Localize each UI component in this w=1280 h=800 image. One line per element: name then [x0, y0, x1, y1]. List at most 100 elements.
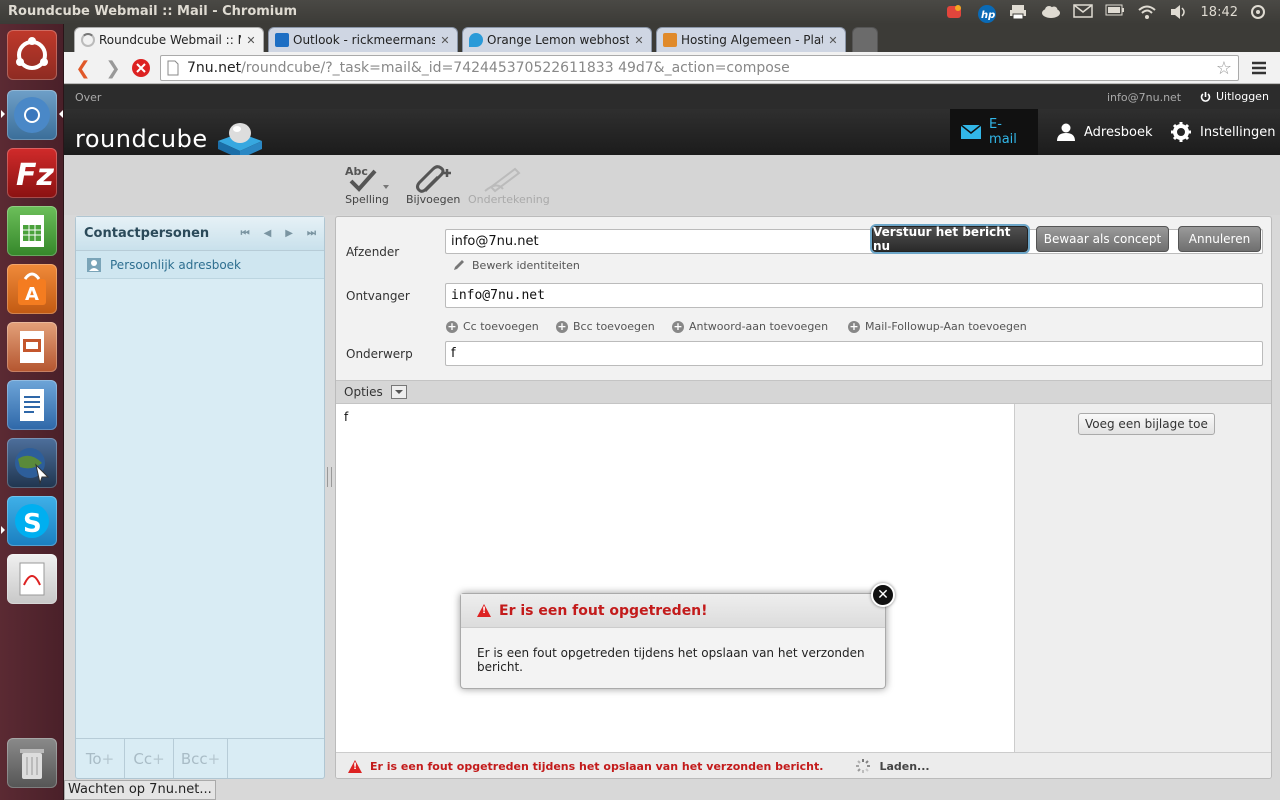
spell-button[interactable]: Abc Spelling	[342, 165, 392, 206]
browser-tab-strip: Roundcube Webmail :: Ma ✕ Outlook - rick…	[64, 24, 1280, 52]
last-page-icon[interactable]: ⏭	[307, 228, 316, 239]
subject-input[interactable]: f	[445, 341, 1263, 366]
add-attachment-button[interactable]: Voeg een bijlage toe	[1078, 413, 1215, 435]
error-title: Er is een fout opgetreden!	[499, 602, 708, 619]
power-gear-icon[interactable]	[1250, 4, 1270, 20]
add-bcc-link[interactable]: + Bcc toevoegen	[556, 320, 655, 333]
outlook-favicon-icon	[275, 33, 289, 47]
close-tab-icon[interactable]: ✕	[245, 34, 257, 47]
add-followupto-link[interactable]: + Mail-Followup-Aan toevoegen	[848, 320, 1027, 333]
logo-box-icon	[217, 123, 262, 159]
add-cc-link[interactable]: + Cc toevoegen	[446, 320, 539, 333]
svg-text:hp: hp	[981, 10, 995, 21]
add-bcc-button[interactable]: Bcc +	[174, 739, 228, 778]
volume-icon[interactable]	[1169, 4, 1189, 20]
options-toggle-icon[interactable]	[390, 385, 407, 399]
cancel-button[interactable]: Annuleren	[1178, 226, 1261, 252]
plus-circle-icon: +	[446, 319, 458, 333]
nav-settings[interactable]: Instellingen	[1160, 109, 1280, 155]
printer-icon[interactable]	[1009, 4, 1029, 20]
close-dialog-icon[interactable]: ✕	[871, 583, 895, 607]
pdf-viewer-icon[interactable]	[7, 554, 57, 604]
to-value: info@7nu.net	[451, 288, 545, 303]
message-body[interactable]: f	[336, 404, 1014, 752]
star-bookmark-icon[interactable]: ☆	[1216, 58, 1232, 79]
forward-arrow-icon[interactable]: ❯	[102, 57, 124, 79]
add-bcc-label: Bcc toevoegen	[573, 320, 655, 333]
libreoffice-calc-icon[interactable]	[7, 206, 57, 256]
previous-page-icon[interactable]: ◀	[264, 228, 272, 239]
spellcheck-icon: Abc	[345, 165, 389, 192]
loading-indicator: Laden...	[855, 758, 930, 774]
cloud-icon[interactable]	[1041, 4, 1061, 20]
add-cc-button[interactable]: Cc +	[125, 739, 174, 778]
logo-text: roundcube	[75, 125, 208, 153]
new-tab-button[interactable]	[852, 27, 878, 52]
stop-icon[interactable]	[130, 57, 152, 79]
window-title: Roundcube Webmail :: Mail - Chromium	[8, 4, 298, 19]
error-message: Er is een fout opgetreden tijdens het op…	[477, 646, 865, 674]
chromium-icon[interactable]	[7, 90, 57, 140]
compose-toolbar: Abc Spelling Bijvoegen Ondertekening	[64, 155, 1280, 215]
clock[interactable]: 18:42	[1201, 5, 1238, 20]
warning-icon	[348, 759, 362, 773]
libreoffice-impress-icon[interactable]	[7, 322, 57, 372]
nav-addressbook[interactable]: Adresboek	[1046, 109, 1162, 155]
libreoffice-writer-icon[interactable]	[7, 380, 57, 430]
filezilla-icon[interactable]: Fz	[7, 148, 57, 198]
close-tab-icon[interactable]: ✕	[633, 34, 645, 47]
about-link[interactable]: Over	[75, 91, 101, 104]
pencil-icon	[454, 260, 464, 270]
browser-tab[interactable]: Outlook - rickmeermans@ ✕	[268, 27, 458, 52]
trash-icon[interactable]	[7, 738, 57, 788]
browser-tab[interactable]: Orange Lemon webhostin ✕	[462, 27, 652, 52]
network-globe-icon[interactable]	[7, 438, 57, 488]
edit-identities-link[interactable]: Bewerk identiteiten	[452, 258, 580, 272]
roundcube-page: Over info@7nu.net Uitloggen roundcube E-…	[64, 85, 1280, 800]
wifi-icon[interactable]	[1137, 4, 1157, 20]
notification-icon[interactable]	[945, 4, 965, 20]
attach-button[interactable]: Bijvoegen	[406, 165, 460, 206]
addressbook-item[interactable]: Persoonlijk adresboek	[76, 251, 324, 279]
back-arrow-icon[interactable]: ❮	[72, 57, 94, 79]
mail-icon[interactable]	[1072, 4, 1093, 20]
menu-hamburger-icon[interactable]	[1248, 57, 1270, 79]
hp-icon[interactable]: hp	[977, 4, 997, 23]
browser-status-bubble: Wachten op 7nu.net...	[64, 780, 216, 800]
send-button[interactable]: Verstuur het bericht nu	[872, 225, 1028, 253]
signature-button[interactable]: Ondertekening	[468, 165, 550, 206]
error-dialog: Er is een fout opgetreden! Er is een fou…	[460, 593, 886, 689]
software-center-icon[interactable]: A	[7, 264, 57, 314]
plus-icon: +	[101, 749, 115, 768]
signature-label: Ondertekening	[468, 193, 550, 206]
close-tab-icon[interactable]: ✕	[827, 34, 839, 47]
nav-email[interactable]: E-mail	[950, 109, 1038, 155]
options-bar[interactable]: Opties	[336, 380, 1271, 404]
logout-link[interactable]: Uitloggen	[1200, 90, 1269, 103]
user-email: info@7nu.net	[1107, 91, 1182, 104]
address-bar[interactable]: 7nu.net/roundcube/?_task=mail&_id=742445…	[160, 55, 1239, 81]
add-followupto-label: Mail-Followup-Aan toevoegen	[865, 320, 1027, 333]
splitter-handle[interactable]	[327, 467, 332, 487]
recipient-buttons: To + Cc + Bcc +	[76, 738, 324, 778]
battery-icon[interactable]	[1105, 4, 1125, 20]
compose-form: Afzender info@7nu.net Verstuur het beric…	[335, 216, 1272, 779]
system-tray: hp 18:42	[945, 2, 1270, 23]
close-tab-icon[interactable]: ✕	[439, 34, 451, 47]
status-error-text: Er is een fout opgetreden tijdens het op…	[370, 759, 824, 773]
skype-icon[interactable]: S	[7, 496, 57, 546]
browser-tab[interactable]: Roundcube Webmail :: Ma ✕	[74, 27, 264, 52]
spellcheck-glyph: Abc	[345, 165, 368, 178]
roundcube-logo[interactable]: roundcube	[75, 119, 264, 159]
save-draft-button[interactable]: Bewaar als concept	[1036, 226, 1169, 252]
ubuntu-dash-icon[interactable]	[7, 30, 57, 80]
nav-email-label: E-mail	[989, 117, 1017, 147]
add-replyto-label: Antwoord-aan toevoegen	[689, 320, 829, 333]
add-replyto-link[interactable]: + Antwoord-aan toevoegen	[672, 320, 828, 333]
next-page-icon[interactable]: ▶	[285, 228, 293, 239]
add-to-button[interactable]: To +	[76, 739, 125, 778]
browser-tab[interactable]: Hosting Algemeen - Plat ✕	[656, 27, 846, 52]
power-icon	[1200, 92, 1211, 102]
to-input[interactable]: info@7nu.net	[445, 283, 1263, 308]
first-page-icon[interactable]: ⏮	[241, 228, 250, 239]
